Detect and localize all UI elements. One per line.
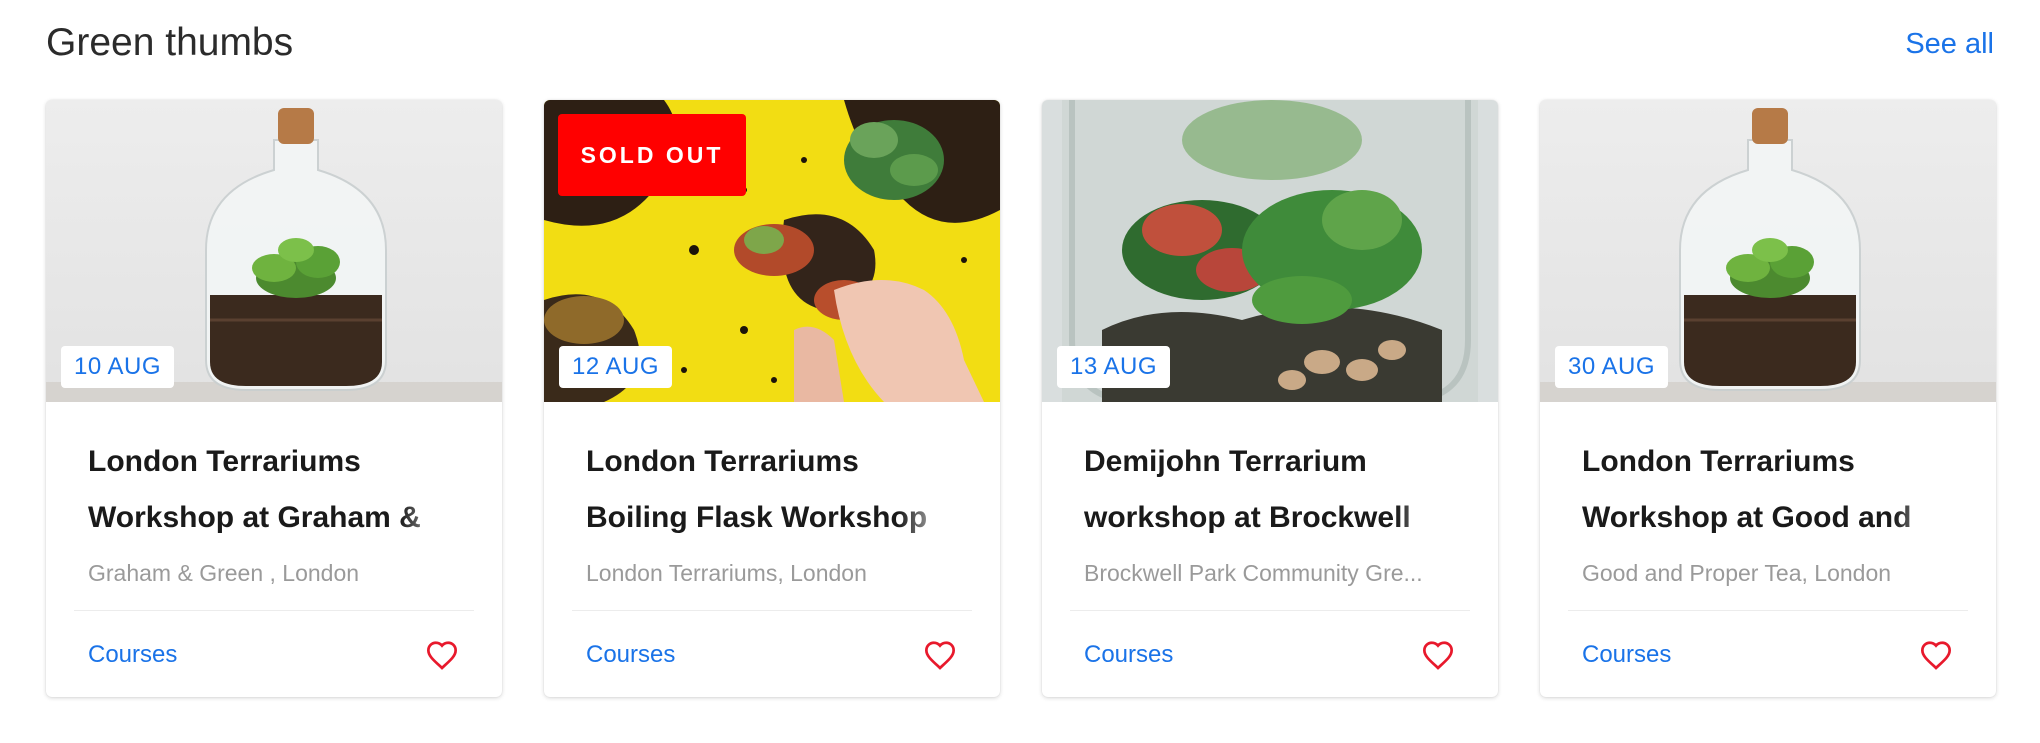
card-location: Graham & Green , London (88, 560, 360, 586)
category-link[interactable]: Courses (1582, 641, 1671, 669)
card-location: Brockwell Park Community Gre... (1084, 560, 1423, 586)
heart-icon (1920, 641, 1952, 670)
favorite-button[interactable] (922, 638, 958, 672)
heart-icon (426, 641, 458, 670)
category-link[interactable]: Courses (1084, 641, 1173, 669)
card-title[interactable]: Demijohn Terrarium workshop at Brockwell (1084, 402, 1456, 546)
card-title[interactable]: London Terrariums Workshop at Good and (1582, 402, 1954, 546)
favorite-button[interactable] (1918, 638, 1954, 672)
favorite-button[interactable] (424, 638, 460, 672)
category-link[interactable]: Courses (88, 641, 177, 669)
card-image: 10 AUG (46, 100, 502, 402)
see-all-link[interactable]: See all (1905, 24, 1994, 64)
card-location: London Terrariums, London (586, 560, 867, 586)
divider (572, 610, 972, 611)
event-card[interactable]: SOLD OUT 12 AUG London Terrariums Boilin… (544, 100, 1000, 697)
category-link[interactable]: Courses (586, 641, 675, 669)
divider (1568, 610, 1968, 611)
date-badge: 12 AUG (559, 346, 673, 388)
event-card[interactable]: 30 AUG London Terrariums Workshop at Goo… (1540, 100, 1996, 697)
card-list: 10 AUG London Terrariums Workshop at Gra… (46, 100, 1996, 697)
section-title: Green thumbs (46, 21, 294, 64)
sold-out-badge: SOLD OUT (558, 114, 746, 196)
heart-icon (1422, 641, 1454, 670)
green-thumbs-section: Green thumbs See all 10 AUG London Terra… (0, 0, 2040, 743)
favorite-button[interactable] (1420, 638, 1456, 672)
divider (74, 610, 474, 611)
date-badge: 10 AUG (61, 346, 175, 388)
divider (1070, 610, 1470, 611)
card-image: 30 AUG (1540, 100, 1996, 402)
event-card[interactable]: 13 AUG Demijohn Terrarium workshop at Br… (1042, 100, 1498, 697)
card-image: SOLD OUT 12 AUG (544, 100, 1000, 402)
card-title[interactable]: London Terrariums Workshop at Graham & (88, 402, 460, 546)
card-title[interactable]: London Terrariums Boiling Flask Workshop (586, 402, 958, 546)
card-location: Good and Proper Tea, London (1582, 560, 1892, 586)
date-badge: 30 AUG (1555, 346, 1669, 388)
date-badge: 13 AUG (1057, 346, 1171, 388)
heart-icon (924, 641, 956, 670)
event-card[interactable]: 10 AUG London Terrariums Workshop at Gra… (46, 100, 502, 697)
card-image: 13 AUG (1042, 100, 1498, 402)
